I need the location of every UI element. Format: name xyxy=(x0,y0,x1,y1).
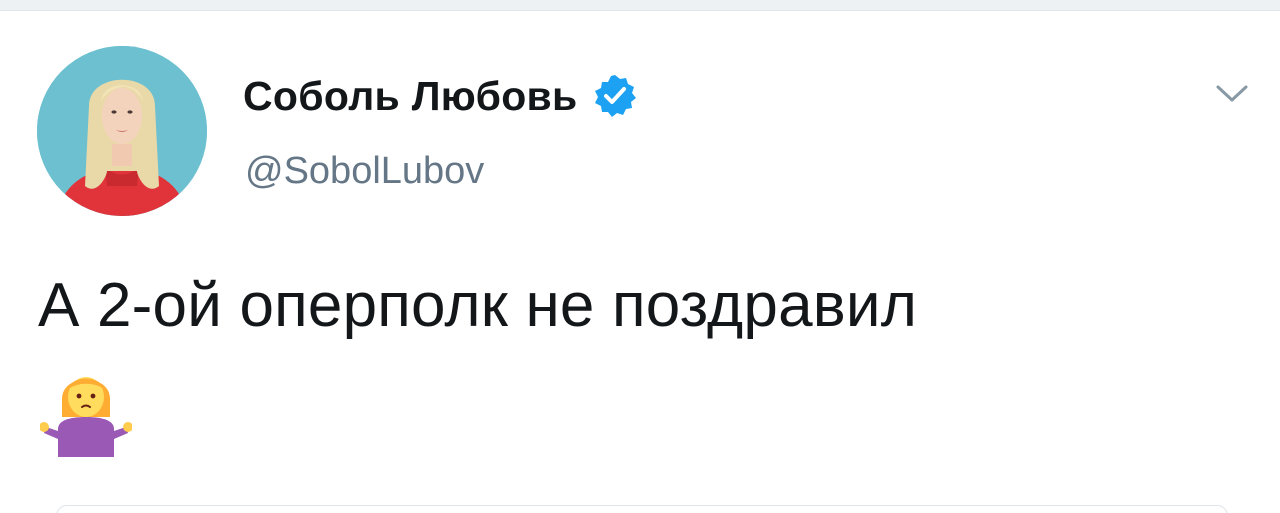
author-name-row: Соболь Любовь xyxy=(243,68,638,124)
top-divider xyxy=(0,0,1280,11)
quoted-card-edge xyxy=(56,505,1228,513)
verified-badge-icon xyxy=(592,73,638,119)
display-name[interactable]: Соболь Любовь xyxy=(243,73,578,120)
tweet-page: Соболь Любовь @SobolLubov А 2-ой оперпол… xyxy=(0,0,1280,513)
chevron-down-icon[interactable] xyxy=(1212,78,1252,108)
profile-photo-icon xyxy=(37,46,207,216)
tweet-text: А 2-ой оперполк не поздравил xyxy=(38,271,918,340)
avatar[interactable] xyxy=(37,46,207,216)
username[interactable]: @SobolLubov xyxy=(245,150,484,193)
person-shrugging-emoji-icon xyxy=(39,365,133,457)
